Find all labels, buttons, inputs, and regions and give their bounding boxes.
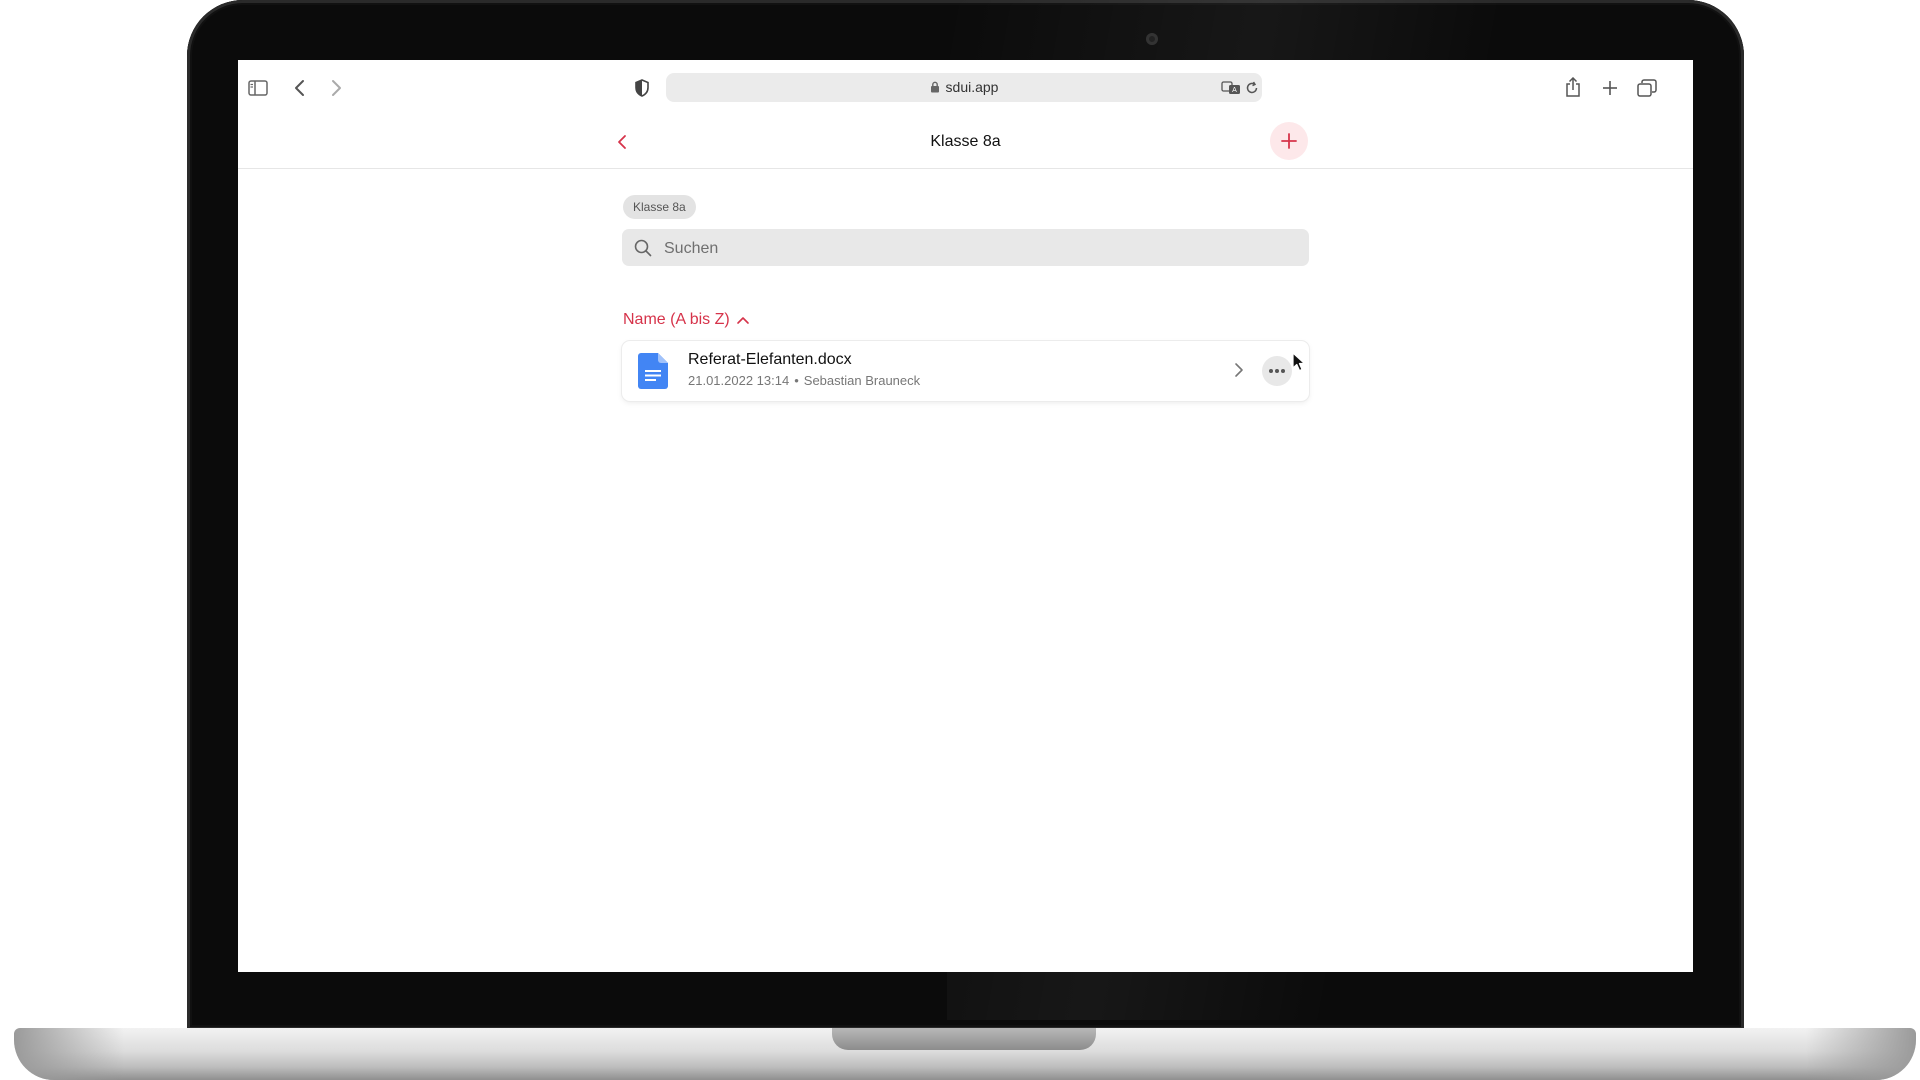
mouse-cursor-icon (1292, 352, 1306, 377)
sort-label: Name (A bis Z) (623, 311, 730, 328)
search-box (622, 229, 1309, 268)
add-button[interactable] (1270, 122, 1308, 160)
chevron-right-icon[interactable] (1234, 361, 1250, 381)
laptop-base-edge-right (1806, 1028, 1916, 1080)
file-author: Sebastian Brauneck (803, 373, 921, 388)
lock-icon (930, 74, 940, 103)
url-text[interactable]: sdui.app (666, 73, 1262, 102)
search-input[interactable] (662, 229, 1286, 268)
laptop-base-edge-left (14, 1028, 124, 1080)
reload-icon[interactable] (1242, 78, 1262, 98)
camera-icon (1146, 33, 1158, 45)
file-meta: 21.01.2022 13:14 • Sebastian Brauneck (688, 373, 920, 388)
browser-toolbar: sdui.app A (238, 60, 1693, 116)
breadcrumb-chip[interactable]: Klasse 8a (623, 195, 696, 219)
new-tab-icon[interactable] (1598, 76, 1622, 100)
ellipsis-icon (1269, 369, 1285, 373)
file-row[interactable]: Referat-Elefanten.docx 21.01.2022 13:14 … (622, 341, 1309, 401)
share-icon[interactable] (1561, 74, 1585, 100)
translate-icon[interactable]: A (1221, 78, 1241, 98)
file-date: 21.01.2022 13:14 (688, 373, 790, 388)
plus-icon (1281, 133, 1297, 149)
search-icon (634, 239, 652, 262)
app-header: Klasse 8a (238, 116, 1693, 169)
laptop-hinge-notch (832, 1028, 1096, 1050)
sort-toggle[interactable]: Name (A bis Z) (623, 308, 750, 332)
screen: sdui.app A Klasse 8a Klasse 8a Suchen Na… (238, 60, 1693, 972)
url-label: sdui.app (945, 79, 999, 95)
chevron-up-icon (736, 317, 749, 324)
browser-forward-icon[interactable] (324, 76, 348, 100)
file-name: Referat-Elefanten.docx (688, 351, 852, 368)
address-bar[interactable]: sdui.app A (666, 73, 1262, 102)
document-icon (638, 353, 668, 394)
tab-overview-icon[interactable] (1635, 76, 1659, 100)
browser-back-icon[interactable] (288, 76, 312, 100)
more-options-button[interactable] (1262, 356, 1292, 386)
sidebar-toggle-icon[interactable] (246, 76, 270, 100)
meta-separator: • (794, 373, 799, 388)
page-title: Klasse 8a (930, 133, 1001, 150)
svg-text:A: A (1232, 87, 1237, 94)
privacy-shield-icon[interactable] (630, 76, 654, 100)
